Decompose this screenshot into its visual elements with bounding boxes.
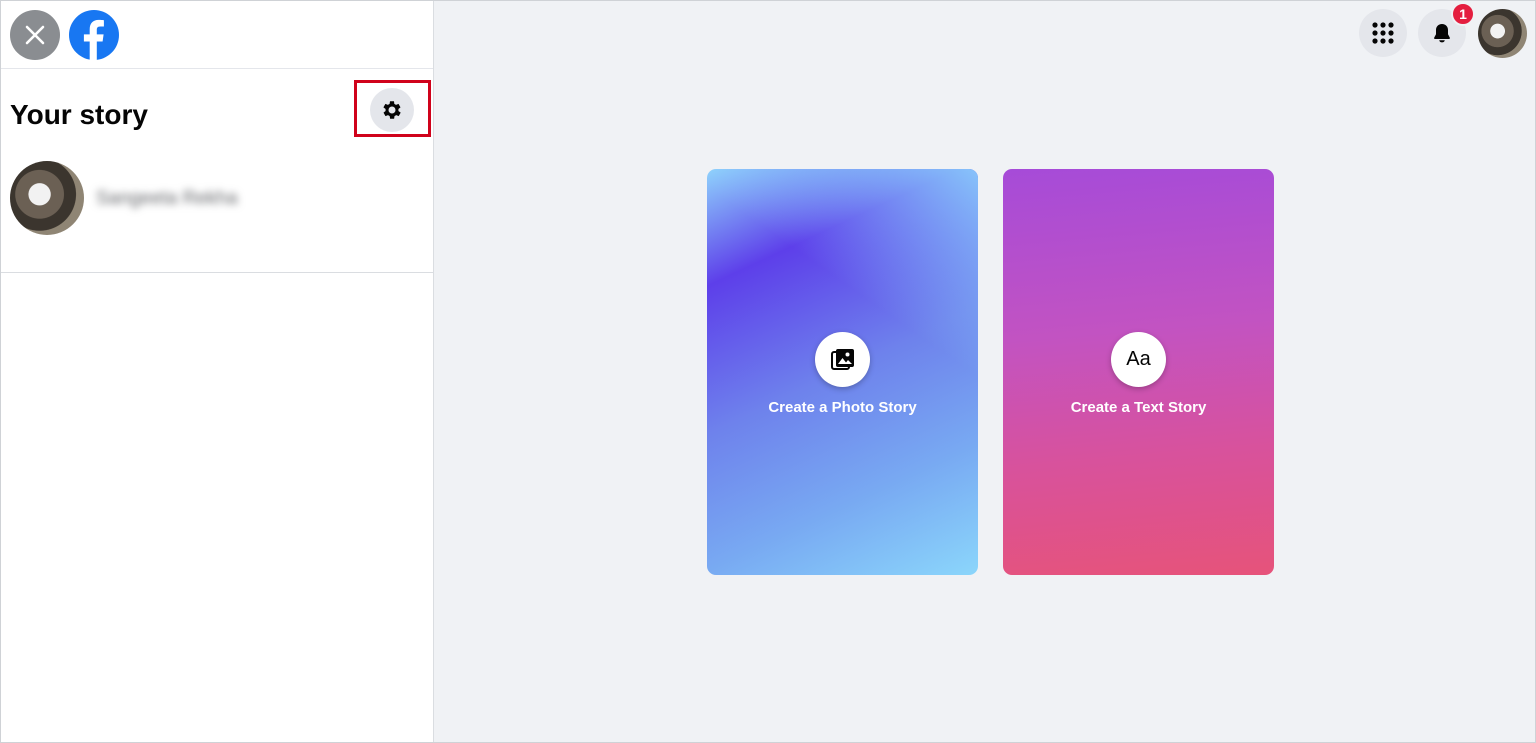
create-photo-story-card[interactable]: Create a Photo Story — [707, 169, 978, 575]
avatar — [10, 161, 84, 235]
text-aa-icon: Aa — [1126, 348, 1151, 370]
settings-highlight-annotation — [354, 80, 431, 137]
text-story-label: Create a Text Story — [1070, 399, 1207, 416]
facebook-logo-icon[interactable] — [69, 10, 119, 60]
bell-icon — [1434, 24, 1450, 43]
close-button[interactable] — [10, 10, 60, 60]
profile-avatar-button[interactable] — [1478, 9, 1527, 58]
sidebar-topbar — [1, 1, 433, 69]
sidebar: Your story Sangeeta Rekha — [1, 1, 434, 742]
menu-button[interactable] — [1359, 9, 1407, 57]
page-title: Your story — [10, 99, 148, 130]
notification-badge: 1 — [1451, 2, 1475, 26]
photo-icon-circle — [815, 332, 870, 387]
grid-menu-icon — [1372, 22, 1394, 44]
user-name: Sangeeta Rekha — [96, 188, 238, 209]
create-text-story-card[interactable]: Aa Create a Text Story — [1003, 169, 1274, 575]
user-story-row[interactable]: Sangeeta Rekha — [1, 153, 433, 273]
your-story-header: Your story — [1, 69, 433, 153]
text-icon-circle: Aa — [1111, 332, 1166, 387]
photo-story-label: Create a Photo Story — [768, 399, 917, 416]
photo-icon — [830, 348, 854, 370]
close-icon — [25, 25, 45, 45]
